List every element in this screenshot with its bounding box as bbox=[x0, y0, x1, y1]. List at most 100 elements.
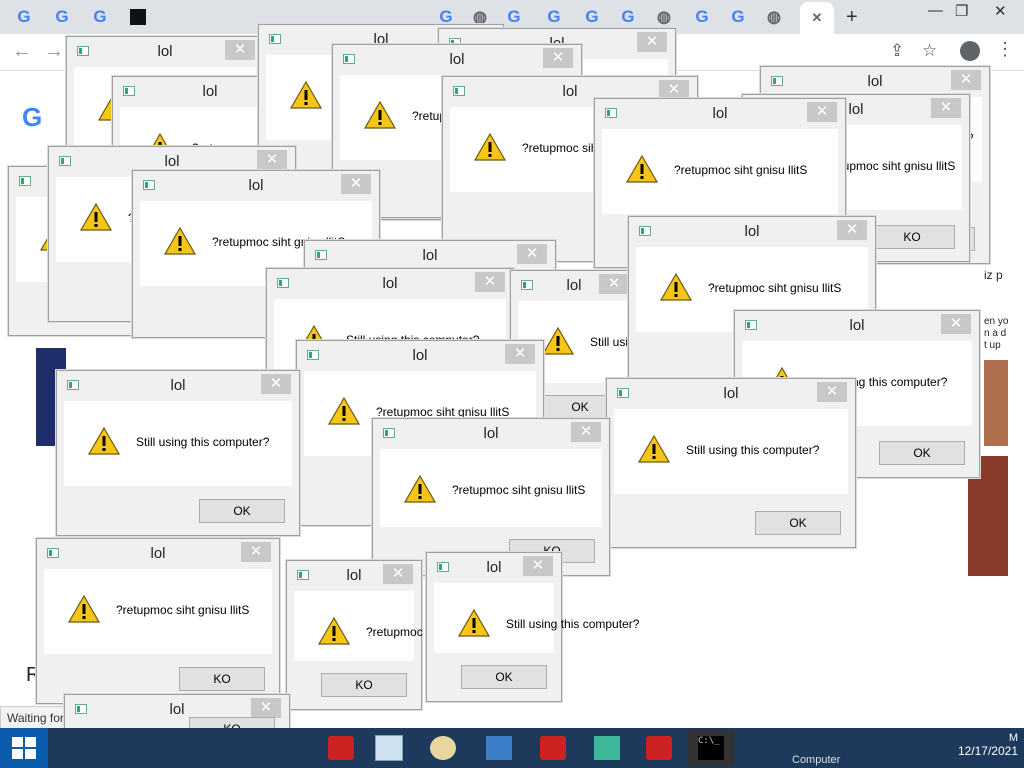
share-icon[interactable]: ⇪ bbox=[890, 41, 904, 61]
dialog-message: Still using this computer? bbox=[506, 617, 640, 631]
dialog-titlebar[interactable]: lol ✕ bbox=[67, 37, 263, 67]
dialog-close-button[interactable]: ✕ bbox=[941, 314, 971, 334]
taskbar-cmd[interactable]: C:\_ bbox=[688, 730, 734, 766]
dialog-ok-button[interactable]: OK bbox=[199, 499, 285, 523]
dialog-titlebar[interactable]: lol ✕ bbox=[595, 99, 845, 129]
back-button[interactable]: ← bbox=[12, 40, 32, 63]
page-text-side-2: n a d bbox=[984, 328, 1007, 339]
forward-button[interactable]: → bbox=[44, 40, 64, 63]
dialog-ok-button[interactable]: OK bbox=[461, 665, 547, 689]
dialog-message: ?retupmoc siht gnisu llitS bbox=[452, 483, 586, 497]
dialog-titlebar[interactable]: lol ✕ bbox=[511, 271, 637, 301]
taskbar-toolbox-3[interactable] bbox=[636, 730, 682, 766]
dialog-close-button[interactable]: ✕ bbox=[261, 374, 291, 394]
tab-ticket[interactable] bbox=[122, 4, 154, 30]
dialog-close-button[interactable]: ✕ bbox=[383, 564, 413, 584]
dialog-close-button[interactable]: ✕ bbox=[505, 344, 535, 364]
dialog-close-button[interactable]: ✕ bbox=[341, 174, 371, 194]
taskbar-toolbox-2[interactable] bbox=[530, 730, 576, 766]
menu-kebab-icon[interactable]: ⋮ bbox=[996, 39, 1014, 60]
tab-google-10[interactable]: G bbox=[722, 4, 754, 30]
dialog-titlebar[interactable]: lol ✕ bbox=[333, 45, 581, 75]
profile-avatar[interactable] bbox=[960, 41, 980, 61]
dialog-titlebar[interactable]: lol ✕ bbox=[287, 561, 421, 591]
tab-google-6[interactable]: G bbox=[538, 4, 570, 30]
tab-google-8[interactable]: G bbox=[612, 4, 644, 30]
dialog-close-button[interactable]: ✕ bbox=[837, 220, 867, 240]
dialog-titlebar[interactable]: lol ✕ bbox=[607, 379, 855, 409]
dialog-close-button[interactable]: ✕ bbox=[637, 32, 667, 52]
new-tab-button[interactable]: + bbox=[846, 6, 858, 29]
minimize-button[interactable]: — bbox=[928, 2, 943, 19]
message-dialog[interactable]: lol ✕ ?retupmoc siht gnisu llitS KO bbox=[36, 538, 280, 704]
message-dialog[interactable]: lol ✕ Still using this computer? OK bbox=[56, 370, 300, 536]
tray-time: M bbox=[1008, 732, 1018, 744]
dialog-close-button[interactable]: ✕ bbox=[241, 542, 271, 562]
dialog-ok-button[interactable]: KO bbox=[869, 225, 955, 249]
tab-active[interactable]: ✕ bbox=[800, 2, 834, 34]
dialog-ok-button[interactable]: KO bbox=[321, 673, 407, 697]
dialog-close-button[interactable]: ✕ bbox=[225, 40, 255, 60]
close-window-button[interactable]: ✕ bbox=[994, 2, 1007, 20]
warning-icon bbox=[542, 327, 574, 355]
dialog-ok-button[interactable]: OK bbox=[879, 441, 965, 465]
dialog-close-button[interactable]: ✕ bbox=[571, 422, 601, 442]
warning-icon bbox=[626, 155, 658, 183]
dialog-titlebar[interactable]: lol ✕ bbox=[133, 171, 379, 201]
taskbar-cube[interactable] bbox=[584, 730, 630, 766]
message-dialog[interactable]: lol ✕ Still using this computer? OK bbox=[426, 552, 639, 702]
tab-globe-3[interactable]: ◍ bbox=[758, 4, 790, 30]
dialog-titlebar[interactable]: lol ✕ bbox=[267, 269, 513, 299]
dialog-close-button[interactable]: ✕ bbox=[931, 98, 961, 118]
dialog-close-button[interactable]: ✕ bbox=[817, 382, 847, 402]
taskbar-control-panel[interactable] bbox=[476, 730, 522, 766]
start-button[interactable] bbox=[0, 728, 48, 768]
dialog-ok-button[interactable]: OK bbox=[755, 511, 841, 535]
dialog-titlebar[interactable]: lol ✕ bbox=[297, 341, 543, 371]
dialog-titlebar[interactable]: lol ✕ bbox=[629, 217, 875, 247]
taskbar-toolbox-1[interactable] bbox=[318, 730, 364, 766]
dialog-close-button[interactable]: ✕ bbox=[543, 48, 573, 68]
google-logo-fragment: G bbox=[22, 102, 43, 132]
paint-icon bbox=[430, 736, 456, 760]
dialog-ok-button[interactable]: KO bbox=[179, 667, 265, 691]
dialog-close-button[interactable]: ✕ bbox=[251, 698, 281, 718]
message-dialog[interactable]: lol ✕ Still using this computer? OK bbox=[606, 378, 856, 548]
tab-google-1[interactable]: G bbox=[8, 4, 40, 30]
tab-google-3[interactable]: G bbox=[84, 4, 116, 30]
dialog-close-button[interactable]: ✕ bbox=[517, 244, 547, 264]
dialog-close-button[interactable]: ✕ bbox=[951, 70, 981, 90]
dialog-close-button[interactable]: ✕ bbox=[599, 274, 629, 294]
dialog-titlebar[interactable]: lol ✕ bbox=[427, 553, 561, 583]
toolbox-icon bbox=[328, 736, 354, 760]
dialog-close-button[interactable]: ✕ bbox=[659, 80, 689, 100]
tray-date: 12/17/2021 bbox=[957, 744, 1018, 758]
dialog-titlebar[interactable]: lol ✕ bbox=[305, 241, 555, 271]
tab-globe-2[interactable]: ◍ bbox=[648, 4, 680, 30]
tab-google-2[interactable]: G bbox=[46, 4, 78, 30]
warning-icon bbox=[164, 227, 196, 255]
maximize-button[interactable]: ❐ bbox=[955, 2, 968, 20]
dialog-titlebar[interactable]: lol ✕ bbox=[57, 371, 299, 401]
dialog-message: ?retupmoc siht gnisu llitS bbox=[674, 163, 808, 177]
dialog-content: Still using this computer? bbox=[64, 401, 292, 486]
dialog-titlebar[interactable]: lol ✕ bbox=[735, 311, 979, 341]
system-tray[interactable]: M 12/17/2021 bbox=[958, 728, 1024, 768]
page-text-side-1: en yo bbox=[984, 316, 1009, 327]
taskbar-calculator[interactable] bbox=[366, 730, 412, 766]
taskbar-paint[interactable] bbox=[420, 730, 466, 766]
dialog-close-button[interactable]: ✕ bbox=[257, 150, 287, 170]
tab-google-9[interactable]: G bbox=[686, 4, 718, 30]
bookmark-star-icon[interactable]: ☆ bbox=[922, 41, 937, 61]
message-dialog[interactable]: lol ✕ ?retupmoc siht gnisu llitS KO bbox=[286, 560, 499, 710]
dialog-close-button[interactable]: ✕ bbox=[523, 556, 553, 576]
dialog-titlebar[interactable]: lol ✕ bbox=[761, 67, 989, 97]
dialog-titlebar[interactable]: lol ✕ bbox=[37, 539, 279, 569]
dialog-close-button[interactable]: ✕ bbox=[807, 102, 837, 122]
dialog-close-button[interactable]: ✕ bbox=[475, 272, 505, 292]
dialog-titlebar[interactable]: lol ✕ bbox=[373, 419, 609, 449]
dialog-message: Still using this computer? bbox=[686, 443, 820, 457]
warning-icon bbox=[328, 397, 360, 425]
tab-google-7[interactable]: G bbox=[576, 4, 608, 30]
cmd-icon: C:\_ bbox=[698, 736, 724, 760]
